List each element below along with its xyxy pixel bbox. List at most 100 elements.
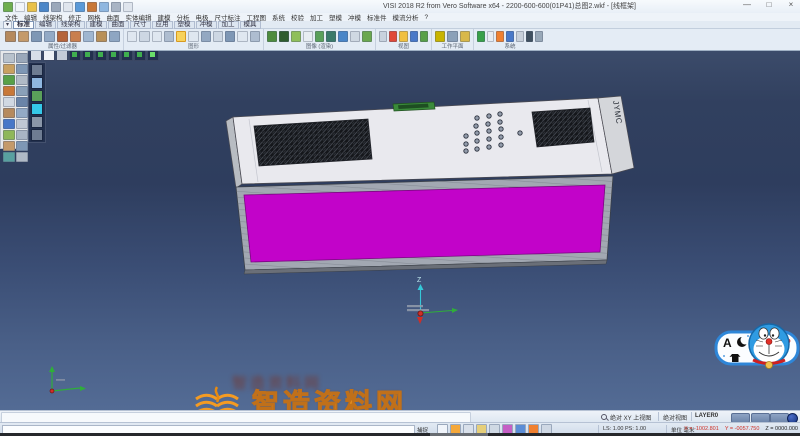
render-tool-icon[interactable] [350,31,360,42]
toolbar-tab[interactable]: 线架构 [57,21,85,29]
view-mode-label[interactable]: 绝对 XY 上视图 [610,413,651,422]
menu-item[interactable]: ? [425,14,429,21]
graphics-tool-icon[interactable] [250,31,260,42]
render-tool-icon[interactable] [267,31,277,42]
filter-tool-icon[interactable] [5,31,16,42]
sidebar-tool-icon[interactable] [3,152,15,162]
filter-tool-icon[interactable] [83,31,94,42]
model-grille-right[interactable] [532,108,594,147]
render-tool-icon[interactable] [338,31,348,42]
quick-access-icon[interactable] [27,2,37,12]
quick-access-icon[interactable] [99,2,109,12]
quick-access-icon[interactable] [51,2,61,12]
system-tool-icon[interactable] [477,31,485,42]
view-tool-icon[interactable] [379,31,387,42]
system-tool-icon[interactable] [535,31,543,42]
filter-tool-icon[interactable] [96,31,107,42]
render-tool-icon[interactable] [362,31,372,42]
minimize-button[interactable]: — [740,0,754,9]
graphics-tool-icon[interactable] [164,31,174,42]
toolbar-tab[interactable]: 建模 [86,21,107,29]
maximize-button[interactable]: □ [762,0,776,9]
toolbar-tab[interactable]: 冲模 [196,21,217,29]
toolbar-tab[interactable]: 加工 [218,21,239,29]
quick-access-icon[interactable] [123,2,133,12]
active-layer-label[interactable]: LAYER0 [695,413,718,419]
graphics-tool-icon[interactable] [201,31,211,42]
sidebar-tool-icon[interactable] [3,86,15,96]
sidebar-tool-icon[interactable] [16,75,28,85]
filter-tool-icon[interactable] [31,31,42,42]
toolbar-tab[interactable]: 曲面 [108,21,129,29]
selection-tool-icon[interactable] [31,103,43,115]
sidebar-tool-icon[interactable] [3,141,15,151]
toolbar-tab[interactable]: 编辑 [35,21,56,29]
view-tool-icon[interactable] [389,31,397,42]
render-tool-icon[interactable] [291,31,301,42]
model-front-face[interactable] [244,185,605,262]
filter-tool-icon[interactable] [57,31,68,42]
view-tool-icon[interactable] [399,31,407,42]
close-button[interactable]: × [784,0,798,9]
toolbar-tab[interactable]: 应用 [152,21,173,29]
system-tool-icon[interactable] [487,31,495,42]
sidebar-tool-icon[interactable] [16,97,28,107]
workplane-tool-icon[interactable] [460,31,470,42]
sidebar-tool-icon[interactable] [16,108,28,118]
graphics-tool-icon[interactable] [127,31,137,42]
sidebar-tool-icon[interactable] [3,64,15,74]
system-tool-icon[interactable] [496,31,504,42]
quick-access-icon[interactable] [15,2,25,12]
quick-access-icon[interactable] [75,2,85,12]
tab-dropdown-icon[interactable]: ▾ [3,21,12,29]
model-grille-left[interactable] [254,119,372,166]
selection-tool-icon[interactable] [31,90,43,102]
sidebar-tool-icon[interactable] [3,119,15,129]
graphics-tool-icon[interactable] [188,31,198,42]
toolbar-tab[interactable]: 标准 [13,21,34,29]
sidebar-tool-icon[interactable] [16,141,28,151]
system-tool-icon[interactable] [506,31,514,42]
render-tool-icon[interactable] [303,31,313,42]
graphics-tool-icon[interactable] [152,31,162,42]
sidebar-tool-icon[interactable] [16,130,28,140]
toolbar-tab[interactable]: 尺寸 [130,21,151,29]
filter-tool-icon[interactable] [109,31,120,42]
filter-tool-icon[interactable] [18,31,29,42]
graphics-tool-icon-active[interactable] [176,31,186,42]
sidebar-tool-icon[interactable] [16,86,28,96]
graphics-tool-icon[interactable] [237,31,247,42]
sidebar-tool-icon[interactable] [3,108,15,118]
workplane-tool-icon[interactable] [447,31,457,42]
doraemon-sticker[interactable]: A [712,316,800,385]
view-tool-icon[interactable] [410,31,418,42]
system-tool-icon[interactable] [516,31,524,42]
quick-access-icon[interactable] [87,2,97,12]
sidebar-tool-icon[interactable] [3,75,15,85]
filter-tool-icon[interactable] [70,31,81,42]
quick-access-icon[interactable] [111,2,121,12]
find-icon[interactable] [601,414,607,420]
render-tool-icon[interactable] [279,31,289,42]
quick-access-icon[interactable] [63,2,73,12]
selection-tool-icon[interactable] [31,77,43,89]
quick-access-icon[interactable] [3,2,13,12]
selection-tool-icon[interactable] [31,129,43,141]
sidebar-tool-icon[interactable] [16,152,28,162]
sidebar-tool-icon[interactable] [16,119,28,129]
render-tool-icon[interactable] [326,31,336,42]
graphics-tool-icon[interactable] [213,31,223,42]
view-mode2-label[interactable]: 绝对视图 [663,413,687,422]
graphics-tool-icon[interactable] [139,31,149,42]
sidebar-tool-icon[interactable] [16,53,28,63]
sidebar-tool-icon[interactable] [16,64,28,74]
filter-tool-icon[interactable] [44,31,55,42]
view-tool-icon[interactable] [420,31,428,42]
sidebar-tool-icon[interactable] [3,130,15,140]
workplane-tool-icon[interactable] [435,31,445,42]
viewport-canvas[interactable]: JYMC Z [0,0,800,436]
sidebar-tool-icon[interactable] [3,53,15,63]
selection-tool-icon[interactable] [31,64,43,76]
system-tool-icon[interactable] [526,31,534,42]
toolbar-tab[interactable]: 模具 [240,21,261,29]
